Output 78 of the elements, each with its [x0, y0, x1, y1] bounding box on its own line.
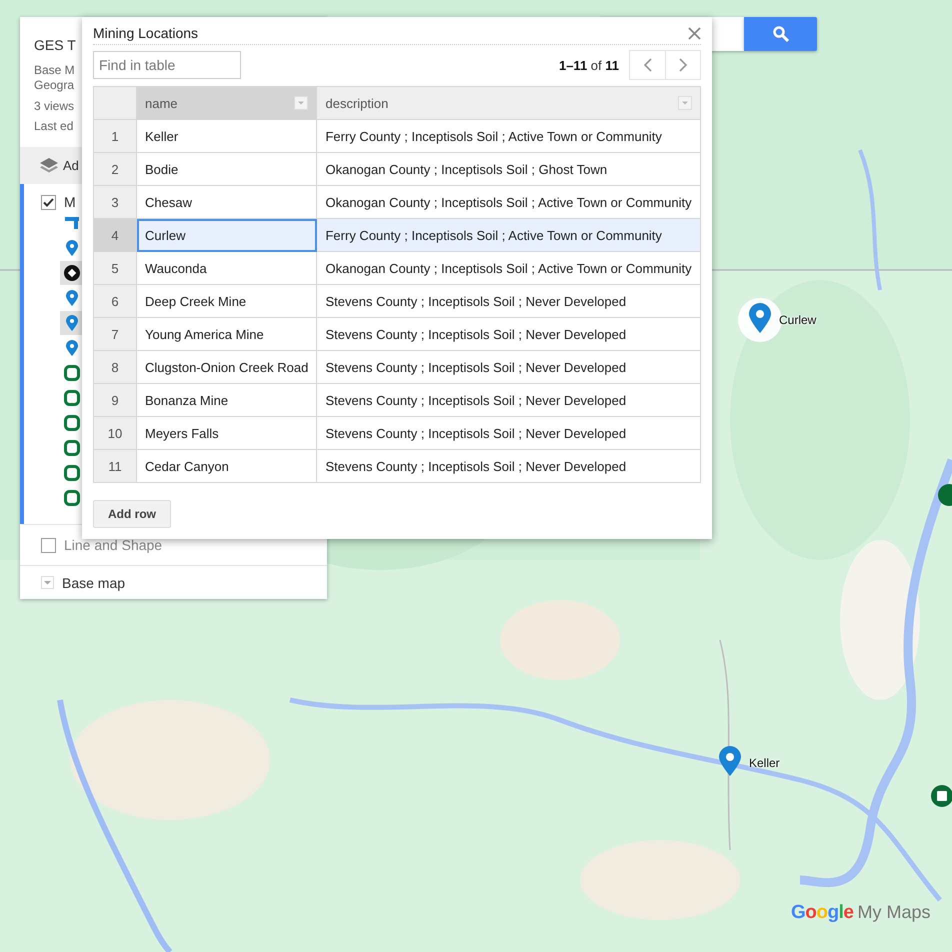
map-description: Geogra: [34, 78, 74, 93]
table-cell[interactable]: Bonanza Mine: [136, 384, 317, 416]
table-cell[interactable]: Keller: [136, 120, 317, 152]
table-cell[interactable]: Stevens County ; Inceptisols Soil ; Never Developed: [316, 416, 700, 450]
dropdown-icon[interactable]: [41, 576, 54, 589]
last-edited: Last ed: [34, 120, 74, 133]
table-cell[interactable]: Stevens County ; Inceptisols Soil ; Never Developed: [316, 284, 700, 318]
column-header[interactable]: description: [316, 86, 700, 120]
table-cell[interactable]: Clugston-Onion Creek Road: [136, 350, 317, 384]
row-number[interactable]: 3: [94, 186, 136, 218]
row-number[interactable]: 1: [94, 120, 136, 152]
table-cell[interactable]: Curlew: [136, 218, 317, 252]
column-label: name: [145, 96, 178, 110]
table-cell[interactable]: Okanogan County ; Inceptisols Soil ; Active Town or Community: [316, 252, 700, 284]
add-layer-button[interactable]: Ad: [40, 158, 79, 174]
table-cell[interactable]: Okanogan County ; Inceptisols Soil ; Ghost Town: [316, 152, 700, 186]
marker-label: Keller: [749, 756, 780, 770]
row-number[interactable]: 4: [94, 218, 136, 252]
map-title: GES T: [34, 37, 76, 53]
pin-icon: [66, 340, 78, 356]
search-icon: [772, 26, 788, 42]
square-marker-icon[interactable]: [931, 785, 952, 807]
logo: Google My Maps: [791, 902, 930, 924]
pin-icon: [66, 240, 78, 256]
square-marker-icon: [64, 414, 80, 430]
table-cell[interactable]: Deep Creek Mine: [136, 284, 317, 318]
row-number[interactable]: 8: [94, 350, 136, 384]
feature-item[interactable]: [60, 260, 84, 284]
line-icon: [65, 216, 79, 228]
table-cell[interactable]: Young America Mine: [136, 318, 317, 350]
checkmark-icon: [43, 198, 54, 206]
table-cell[interactable]: Stevens County ; Inceptisols Soil ; Never Developed: [316, 384, 700, 416]
pagination-text: 1–11 of 11: [558, 58, 619, 72]
view-count: 3 views: [34, 100, 74, 113]
map-pin-icon[interactable]: [749, 303, 771, 333]
column-header[interactable]: name: [136, 86, 317, 120]
square-marker-icon: [64, 464, 80, 480]
table-cell[interactable]: Wauconda: [136, 252, 317, 284]
marker-label: Curlew: [779, 313, 816, 327]
table-cell[interactable]: Bodie: [136, 152, 317, 186]
table-cell[interactable]: Stevens County ; Inceptisols Soil ; Never Developed: [316, 318, 700, 350]
chevron-right-icon: [679, 58, 687, 72]
table-cell[interactable]: Stevens County ; Inceptisols Soil ; Never Developed: [316, 450, 700, 482]
layer-checkbox[interactable]: [41, 194, 56, 210]
row-number[interactable]: 11: [94, 450, 136, 482]
table-cell[interactable]: Cedar Canyon: [136, 450, 317, 482]
table-cell[interactable]: Ferry County ; Inceptisols Soil ; Active Town or Community: [316, 120, 700, 152]
square-marker-icon: [64, 490, 80, 506]
corner-cell: [94, 86, 136, 120]
search-button[interactable]: [744, 17, 817, 51]
find-field[interactable]: Find in table: [93, 51, 241, 79]
square-marker-icon: [64, 364, 80, 380]
close-icon: [688, 26, 701, 40]
table-cell[interactable]: Meyers Falls: [136, 416, 317, 450]
row-number[interactable]: 6: [94, 284, 136, 318]
layer-name[interactable]: Line and Shape: [64, 537, 162, 553]
map-description: Base M: [34, 63, 75, 78]
add-row-button[interactable]: Add row: [93, 500, 171, 528]
row-number[interactable]: 9: [94, 384, 136, 416]
base-map-toggle[interactable]: Base map: [62, 574, 126, 590]
table-cell[interactable]: Stevens County ; Inceptisols Soil ; Never Developed: [316, 350, 700, 384]
column-label: description: [325, 96, 388, 110]
layer-name[interactable]: M: [64, 194, 76, 210]
square-marker-icon: [64, 440, 80, 456]
dialog-title: Mining Locations: [93, 25, 198, 41]
pin-icon: [66, 290, 78, 306]
table-cell[interactable]: Ferry County ; Inceptisols Soil ; Active Town or Community: [316, 218, 700, 252]
row-number[interactable]: 5: [94, 252, 136, 284]
layer-checkbox[interactable]: [41, 538, 56, 552]
row-number[interactable]: 10: [94, 416, 136, 450]
pin-icon: [66, 314, 78, 330]
close-button[interactable]: [688, 26, 701, 40]
row-number[interactable]: 7: [94, 318, 136, 350]
map-pin-icon[interactable]: [719, 746, 741, 776]
square-marker-icon: [64, 390, 80, 406]
row-number[interactable]: 2: [94, 152, 136, 186]
chevron-left-icon: [644, 58, 652, 72]
layers-icon: [40, 158, 58, 174]
